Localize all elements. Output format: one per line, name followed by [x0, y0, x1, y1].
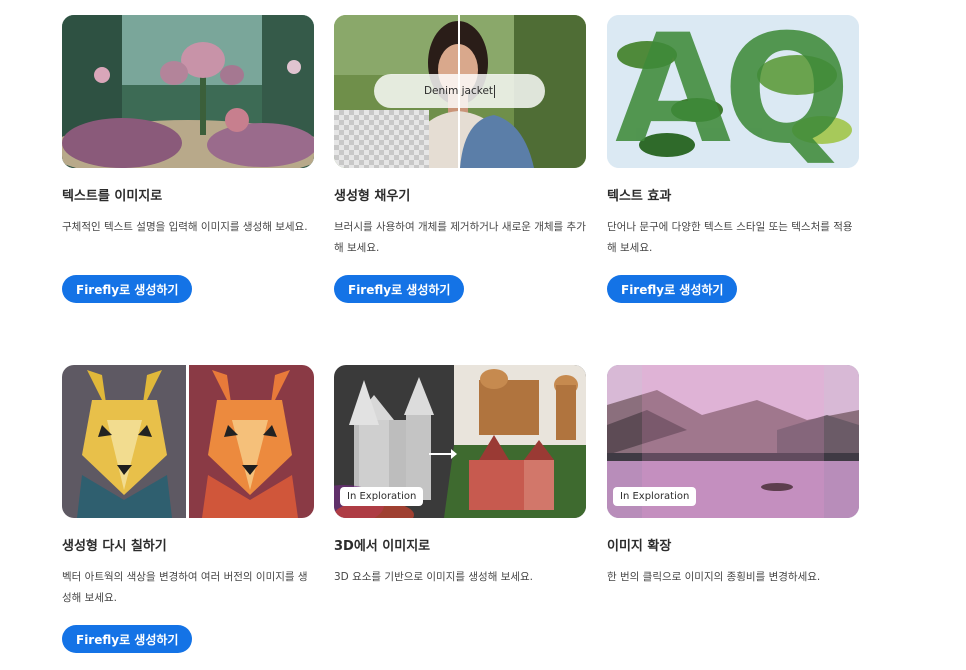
card-title: 3D에서 이미지로	[334, 539, 431, 554]
dog-vector-image[interactable]	[62, 365, 314, 518]
card-description: 브러시를 사용하여 개체를 제거하거나 새로운 개체를 추가해 보세요.	[334, 221, 586, 254]
generate-with-firefly-button[interactable]: Firefly로 생성하기	[62, 275, 193, 303]
fantasy-garden-image[interactable]	[62, 15, 314, 168]
card-title: 텍스트 효과	[607, 189, 672, 204]
prompt-text: Denim jacket	[423, 85, 494, 97]
leaf-letters-image[interactable]: AQ	[607, 15, 859, 168]
castle-3d-image[interactable]: In Exploration	[334, 365, 586, 518]
generate-with-firefly-button[interactable]: Firefly로 생성하기	[334, 275, 465, 303]
card-expand-image: In Exploration 이미지 확장 한 번의 클릭으로 이미지의 종횡비…	[607, 365, 859, 588]
text-caret-icon	[494, 84, 496, 98]
leaf-letters-text: AQ	[615, 15, 851, 168]
card-generative-fill: Denim jacket 생성형 채우기 브러시를 사용하여 개체를 제거하거나…	[334, 15, 586, 303]
card-title: 이미지 확장	[607, 539, 672, 554]
in-exploration-badge: In Exploration	[613, 487, 697, 506]
card-3d-to-image: In Exploration 3D에서 이미지로 3D 요소를 기반으로 이미지…	[334, 365, 586, 588]
generate-with-firefly-button[interactable]: Firefly로 생성하기	[607, 275, 738, 303]
card-text-effects: AQ 텍스트 효과 단어나 문구에 다양한 텍스트 스타일 또는 텍스처를 적용…	[607, 15, 859, 303]
card-description: 구체적인 텍스트 설명을 입력해 이미지를 생성해 보세요.	[62, 221, 308, 233]
card-generative-recolor: 생성형 다시 칠하기 벡터 아트웍의 색상을 변경하여 여러 버전의 이미지를 …	[62, 365, 314, 653]
woman-portrait-image[interactable]: Denim jacket	[334, 15, 586, 168]
generate-with-firefly-button[interactable]: Firefly로 생성하기	[62, 625, 193, 653]
card-description: 한 번의 클릭으로 이미지의 종횡비를 변경하세요.	[607, 571, 821, 583]
in-exploration-badge: In Exploration	[340, 487, 424, 506]
card-title: 생성형 채우기	[334, 189, 411, 204]
card-description: 단어나 문구에 다양한 텍스트 스타일 또는 텍스처를 적용해 보세요.	[607, 221, 853, 254]
prompt-input[interactable]: Denim jacket	[374, 74, 545, 108]
card-title: 생성형 다시 칠하기	[62, 539, 167, 554]
card-title: 텍스트를 이미지로	[62, 189, 163, 204]
card-description: 3D 요소를 기반으로 이미지를 생성해 보세요.	[334, 571, 534, 583]
card-description: 벡터 아트웍의 색상을 변경하여 여러 버전의 이미지를 생성해 보세요.	[62, 571, 308, 604]
card-text-to-image: 텍스트를 이미지로 구체적인 텍스트 설명을 입력해 이미지를 생성해 보세요.…	[62, 15, 314, 303]
lake-landscape-image[interactable]: In Exploration	[607, 365, 859, 518]
